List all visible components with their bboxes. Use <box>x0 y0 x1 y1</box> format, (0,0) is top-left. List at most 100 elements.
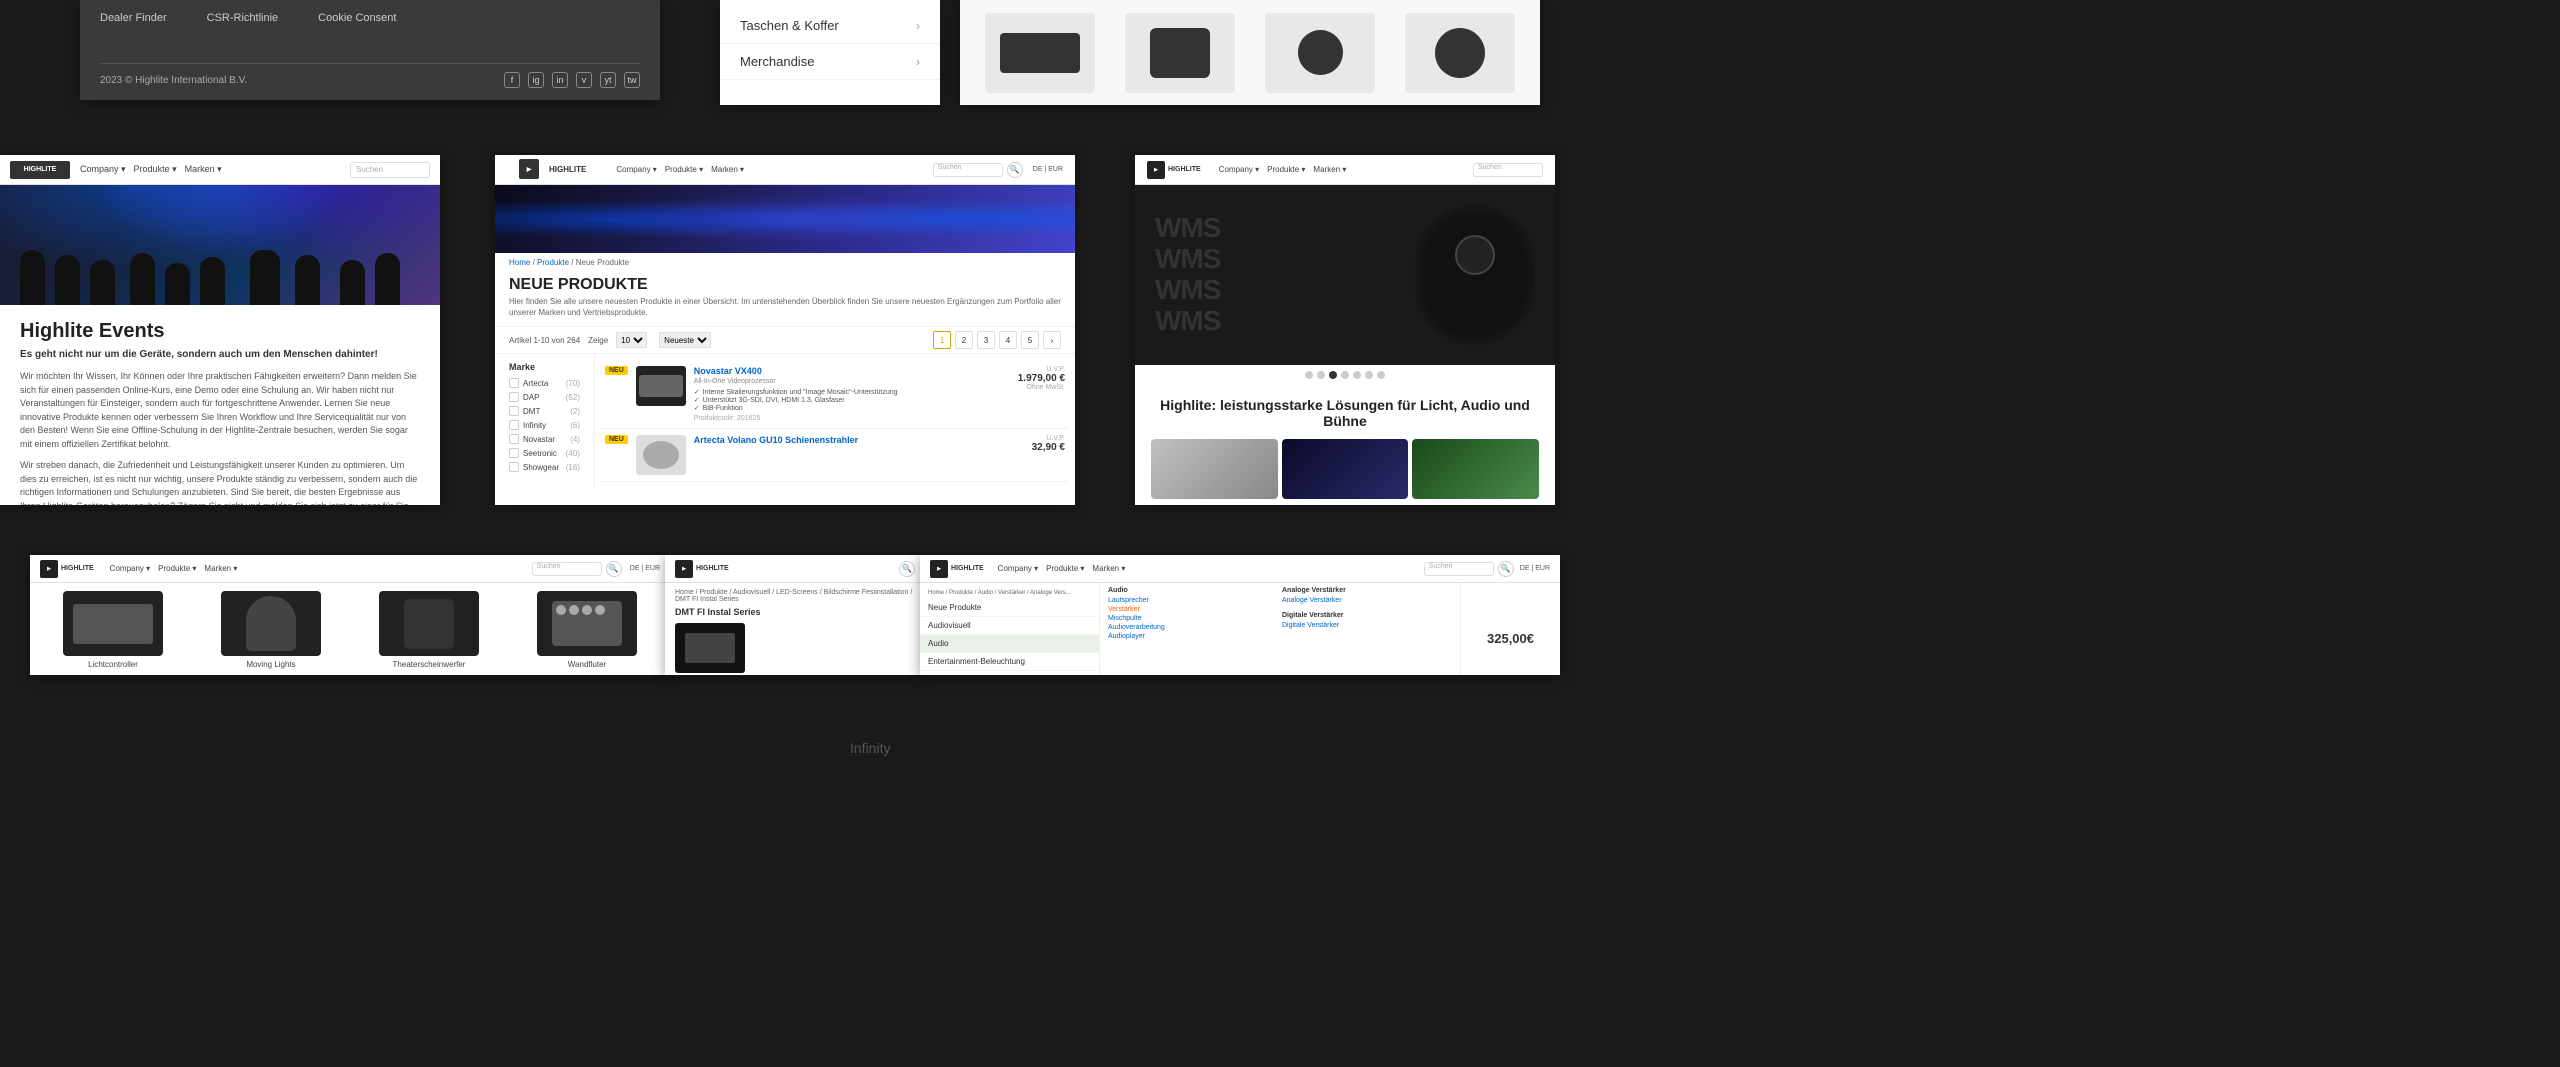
np-checkbox-novastar[interactable] <box>509 434 519 444</box>
youtube-icon[interactable]: yt <box>600 72 616 88</box>
wms-thumb-2[interactable] <box>1282 439 1409 499</box>
br-digitale-item[interactable]: Digitale Verstärker <box>1282 622 1452 629</box>
wms-search-input[interactable]: Suchen <box>1473 163 1543 177</box>
br-cat-audioplayer[interactable]: Audioplayer <box>1108 633 1278 640</box>
br-menu-neue-produkte[interactable]: Neue Produkte <box>920 599 1099 617</box>
br-analoge-item[interactable]: Analoge Verstärker <box>1282 597 1452 604</box>
br-menu-entertainment[interactable]: Entertainment-Beleuchtung <box>920 653 1099 671</box>
bl-product-movinglights[interactable]: Moving Lights <box>221 591 321 669</box>
np-filter-infinity[interactable]: Infinity (6) <box>509 420 580 430</box>
product-thumb-3[interactable] <box>1265 13 1375 93</box>
vimeo-icon[interactable]: v <box>576 72 592 88</box>
np-checkbox-infinity[interactable] <box>509 420 519 430</box>
br-cat-audioverarbeitung[interactable]: Audioverarbeitung <box>1108 624 1278 631</box>
np-checkbox-seetronic[interactable] <box>509 448 519 458</box>
wms-dot-7[interactable] <box>1377 371 1385 379</box>
bl-nav-marken[interactable]: Marken ▾ <box>204 564 237 573</box>
bl-search-icon[interactable] <box>606 561 622 577</box>
np-page-next[interactable]: › <box>1043 331 1061 349</box>
linkedin-icon[interactable]: in <box>552 72 568 88</box>
np-page-3[interactable]: 3 <box>977 331 995 349</box>
br-search-input[interactable]: Suchen <box>1424 562 1494 576</box>
instagram-icon[interactable]: ig <box>528 72 544 88</box>
np-page-2[interactable]: 2 <box>955 331 973 349</box>
product-name-2[interactable]: Artecta Volano GU10 Schienenstrahler <box>694 435 1024 445</box>
wms-dot-3[interactable] <box>1329 371 1337 379</box>
product-thumb-1[interactable] <box>985 13 1095 93</box>
br-cat-verstaerker[interactable]: Verstärker <box>1108 606 1278 613</box>
br-nav-company[interactable]: Company ▾ <box>998 564 1038 573</box>
product-name-1[interactable]: Novastar VX400 <box>694 366 1010 376</box>
np-show-select[interactable]: 102050 <box>616 332 647 348</box>
br-sub-menu-col: Audio Lautsprecher Verstärker Mischpulte… <box>1108 587 1278 675</box>
np-checkbox-showgear[interactable] <box>509 462 519 472</box>
br-cat-mischpulte[interactable]: Mischpulte <box>1108 615 1278 622</box>
np-nav-produkte[interactable]: Produkte ▾ <box>665 165 703 174</box>
bc-logo[interactable]: ▶ HIGHLITE <box>675 560 729 578</box>
wms-thumb-1[interactable] <box>1151 439 1278 499</box>
product-thumb-4[interactable] <box>1405 13 1515 93</box>
bl-product-wandfluter[interactable]: Wandfluter <box>537 591 637 669</box>
nav-produkte[interactable]: Produkte ▾ <box>134 164 177 175</box>
np-filter-dap[interactable]: DAP (52) <box>509 392 580 402</box>
megamenu-item-merchandise[interactable]: Merchandise › <box>720 44 940 80</box>
wms-nav-company[interactable]: Company ▾ <box>1219 165 1259 174</box>
facebook-icon[interactable]: f <box>504 72 520 88</box>
np-filter-seetronic[interactable]: Seetronic (40) <box>509 448 580 458</box>
np-filter-artecta[interactable]: Artecta (70) <box>509 378 580 388</box>
bl-nav-company[interactable]: Company ▾ <box>110 564 150 573</box>
events-search[interactable]: Suchen <box>350 162 430 178</box>
np-filter-dmt[interactable]: DMT (2) <box>509 406 580 416</box>
br-menu-audio[interactable]: Audio <box>920 635 1099 653</box>
wms-dot-2[interactable] <box>1317 371 1325 379</box>
np-checkbox-dmt[interactable] <box>509 406 519 416</box>
csr-link[interactable]: CSR-Richtlinie <box>207 12 279 24</box>
dealer-finder-link[interactable]: Dealer Finder <box>100 12 167 24</box>
wms-logo[interactable]: ▶ HIGHLITE <box>1147 161 1201 179</box>
np-nav-company[interactable]: Company ▾ <box>616 165 656 174</box>
np-filter-novastar[interactable]: Novastar (4) <box>509 434 580 444</box>
bl-product-theaterscheinwerfer[interactable]: Theaterscheinwerfer <box>379 591 479 669</box>
wms-nav-marken[interactable]: Marken ▾ <box>1313 165 1346 174</box>
np-page-5[interactable]: 5 <box>1021 331 1039 349</box>
wms-dot-5[interactable] <box>1353 371 1361 379</box>
nav-marken[interactable]: Marken ▾ <box>185 164 222 175</box>
np-search-icon[interactable] <box>1007 162 1023 178</box>
np-checkbox-dap[interactable] <box>509 392 519 402</box>
br-nav-produkte[interactable]: Produkte ▾ <box>1046 564 1084 573</box>
np-sort-select[interactable]: Neueste <box>659 332 711 348</box>
np-filter-showgear[interactable]: Showgear (16) <box>509 462 580 472</box>
wms-nav-produkte[interactable]: Produkte ▾ <box>1267 165 1305 174</box>
np-breadcrumb-produkte[interactable]: Produkte <box>537 258 569 267</box>
br-search-icon[interactable] <box>1498 561 1514 577</box>
megamenu-item-bags[interactable]: Taschen & Koffer › <box>720 8 940 44</box>
wms-dot-1[interactable] <box>1305 371 1313 379</box>
np-breadcrumb-home[interactable]: Home <box>509 258 530 267</box>
bl-logo[interactable]: ▶ HIGHLITE <box>40 560 94 578</box>
bl-nav-produkte[interactable]: Produkte ▾ <box>158 564 196 573</box>
br-nav-marken[interactable]: Marken ▾ <box>1092 564 1125 573</box>
np-page-4[interactable]: 4 <box>999 331 1017 349</box>
events-nav-logo[interactable]: HIGHLITE <box>10 161 70 179</box>
np-logo[interactable]: ▶ HIGHLITE <box>507 155 598 185</box>
bl-search-input[interactable]: Suchen <box>532 562 602 576</box>
wms-dot-6[interactable] <box>1365 371 1373 379</box>
np-checkbox-artecta[interactable] <box>509 378 519 388</box>
cookie-link[interactable]: Cookie Consent <box>318 12 396 24</box>
product-thumb-2[interactable] <box>1125 13 1235 93</box>
np-search-input[interactable]: Suchen <box>933 163 1003 177</box>
wms-thumb-3[interactable] <box>1412 439 1539 499</box>
wms-line-2: WMS <box>1155 244 1220 275</box>
twitter-icon[interactable]: tw <box>624 72 640 88</box>
bc-search-icon[interactable] <box>899 561 915 577</box>
br-cat-lautsprecher[interactable]: Lautsprecher <box>1108 597 1278 604</box>
br-logo[interactable]: ▶ HIGHLITE <box>930 560 984 578</box>
nav-company[interactable]: Company ▾ <box>80 164 126 175</box>
br-menu-architektur[interactable]: Architektur-Beleuchtung <box>920 671 1099 675</box>
br-menu-audiovisuell[interactable]: Audiovisuell <box>920 617 1099 635</box>
np-page-1[interactable]: 1 <box>933 331 951 349</box>
wms-dot-4[interactable] <box>1341 371 1349 379</box>
bl-product-lichtcontroller[interactable]: Lichtcontroller <box>63 591 163 669</box>
np-nav-marken[interactable]: Marken ▾ <box>711 165 744 174</box>
bottom-left-card: ▶ HIGHLITE Company ▾ Produkte ▾ Marken ▾… <box>30 555 670 675</box>
